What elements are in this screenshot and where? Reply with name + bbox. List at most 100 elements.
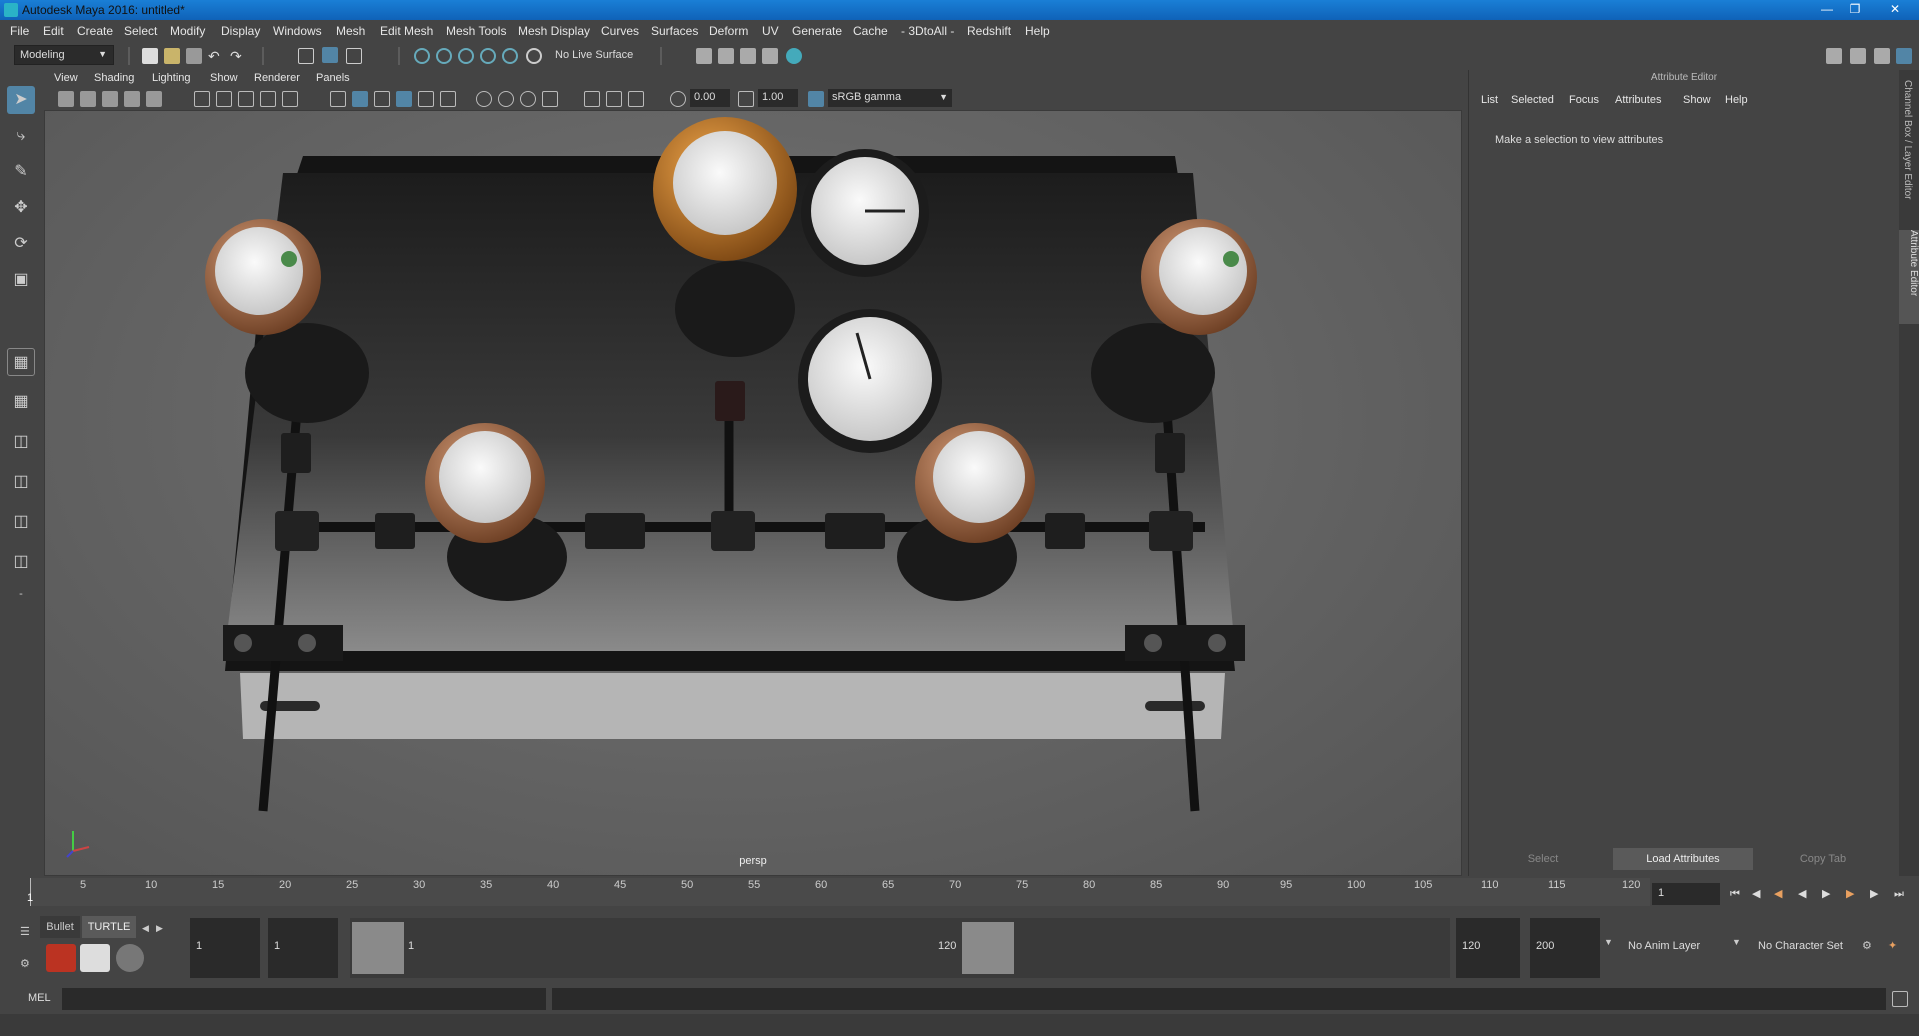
script-editor-icon[interactable]	[1892, 991, 1908, 1007]
maximize-icon[interactable]: ❐	[1842, 1, 1868, 18]
menu-file[interactable]: File	[10, 24, 29, 38]
turtle-surface-icon[interactable]	[116, 944, 144, 972]
range-slider-track[interactable]: 1 120	[350, 918, 1450, 978]
menu-cache[interactable]: Cache	[853, 24, 888, 38]
turtle-bake-icon[interactable]	[80, 944, 110, 972]
modeling-toolkit-icon[interactable]	[1826, 48, 1842, 64]
image-plane-icon[interactable]	[124, 91, 140, 107]
ae-menu-selected[interactable]: Selected	[1511, 94, 1554, 106]
anim-layer-dropdown[interactable]: No Anim Layer	[1622, 918, 1734, 978]
snap-view-plane-icon[interactable]	[480, 48, 496, 64]
menu-mesh-display[interactable]: Mesh Display	[518, 24, 590, 38]
menu-modify[interactable]: Modify	[170, 24, 205, 38]
menu-mesh[interactable]: Mesh	[336, 24, 365, 38]
shelf-menu-icon[interactable]: ☰	[20, 924, 36, 940]
menu-3dtoall[interactable]: - 3DtoAll -	[901, 24, 954, 38]
layout-single-icon[interactable]: ▦	[7, 348, 35, 376]
ae-menu-list[interactable]: List	[1481, 94, 1498, 106]
layout-hypershade-icon[interactable]: ◫	[7, 548, 35, 576]
smooth-shade-icon[interactable]	[352, 91, 368, 107]
menu-edit[interactable]: Edit	[43, 24, 64, 38]
shelf-scroll-right-icon[interactable]: ▶	[156, 920, 172, 936]
range-end-handle[interactable]	[962, 922, 1014, 974]
camera-attributes-icon[interactable]	[80, 91, 96, 107]
ae-menu-help[interactable]: Help	[1725, 94, 1748, 106]
live-surface-field[interactable]: No Live Surface	[550, 46, 650, 64]
vp-menu-renderer[interactable]: Renderer	[254, 72, 300, 84]
vp-menu-view[interactable]: View	[54, 72, 78, 84]
undo-icon[interactable]: ↶	[208, 48, 224, 64]
menu-curves[interactable]: Curves	[601, 24, 639, 38]
mode-dropdown[interactable]: Modeling ▼	[14, 45, 114, 65]
gamma-icon[interactable]	[738, 91, 754, 107]
perspective-viewport[interactable]: persp	[44, 110, 1462, 876]
play-forward-icon[interactable]: ▶	[1822, 886, 1838, 902]
wireframe-on-shaded-icon[interactable]	[374, 91, 390, 107]
time-ruler[interactable]: 1 5 10 15 20 25 30 35 40 45 50 55 60 65 …	[27, 878, 1650, 906]
grease-pencil-icon[interactable]	[146, 91, 162, 107]
ae-select-button[interactable]: Select	[1473, 848, 1613, 870]
range-start-handle[interactable]	[352, 922, 404, 974]
animation-end-field[interactable]: 200	[1530, 918, 1600, 978]
character-set-dropdown[interactable]: No Character Set	[1752, 918, 1864, 978]
textured-icon[interactable]	[396, 91, 412, 107]
vp-menu-panels[interactable]: Panels	[316, 72, 350, 84]
layout-outliner-icon[interactable]: ◫	[7, 468, 35, 496]
playback-start-field[interactable]: 1	[268, 918, 338, 978]
shelf-settings-icon[interactable]: ⚙	[20, 956, 36, 972]
color-space-dropdown[interactable]: sRGB gamma ▼	[828, 89, 952, 107]
ae-menu-attributes[interactable]: Attributes	[1615, 94, 1661, 106]
channel-box-toggle-icon[interactable]	[1896, 48, 1912, 64]
xray-icon[interactable]	[476, 91, 492, 107]
vp-menu-lighting[interactable]: Lighting	[152, 72, 191, 84]
step-back-key-icon[interactable]: ◀	[1752, 886, 1768, 902]
time-slider[interactable]: 1 5 10 15 20 25 30 35 40 45 50 55 60 65 …	[0, 876, 1919, 912]
menu-mesh-tools[interactable]: Mesh Tools	[446, 24, 506, 38]
rotate-tool-icon[interactable]: ⟳	[7, 230, 35, 258]
select-by-object-icon[interactable]	[322, 47, 338, 63]
move-tool-icon[interactable]: ✥	[7, 194, 35, 222]
grid-icon[interactable]	[194, 91, 210, 107]
auto-key-icon[interactable]: ⚙	[1862, 938, 1878, 954]
minimize-icon[interactable]: —	[1814, 1, 1840, 18]
menu-redshift[interactable]: Redshift	[967, 24, 1011, 38]
tool-settings-icon[interactable]	[1874, 48, 1890, 64]
render-view-icon[interactable]	[762, 48, 778, 64]
antialiasing-icon[interactable]	[628, 91, 644, 107]
select-tool-icon[interactable]: ➤	[7, 86, 35, 114]
menu-generate[interactable]: Generate	[792, 24, 842, 38]
layout-side-icon[interactable]: ◫	[7, 428, 35, 456]
vp-menu-show[interactable]: Show	[210, 72, 238, 84]
shadows-icon[interactable]	[440, 91, 456, 107]
snap-surface-icon[interactable]	[502, 48, 518, 64]
open-scene-icon[interactable]	[164, 48, 180, 64]
camera-icon[interactable]	[58, 91, 74, 107]
exposure-icon[interactable]	[670, 91, 686, 107]
playback-end-field[interactable]: 120	[1456, 918, 1520, 978]
gamma-field[interactable]: 1.00	[758, 89, 798, 107]
bookmark-icon[interactable]	[102, 91, 118, 107]
attribute-editor-tab[interactable]: Attribute Editor	[1899, 230, 1919, 324]
animation-start-field[interactable]: 1	[190, 918, 260, 978]
xray-components-icon[interactable]	[520, 91, 536, 107]
color-management-icon[interactable]	[808, 91, 824, 107]
paint-select-icon[interactable]: ✎	[7, 158, 35, 186]
snap-grid-icon[interactable]	[414, 48, 430, 64]
script-language-label[interactable]: MEL	[28, 992, 51, 1004]
menu-uv[interactable]: UV	[762, 24, 779, 38]
exposure-field[interactable]: 0.00	[690, 89, 730, 107]
chevron-down-icon[interactable]: ▼	[1732, 934, 1748, 950]
channel-box-tab[interactable]: Channel Box / Layer Editor	[1902, 80, 1913, 200]
render-settings-icon[interactable]	[696, 48, 712, 64]
field-chart-icon[interactable]	[282, 91, 298, 107]
hypershade-icon[interactable]	[786, 48, 802, 64]
shelf-tab-bullet[interactable]: Bullet	[40, 916, 80, 938]
render-frame-icon[interactable]	[718, 48, 734, 64]
step-forward-key-icon[interactable]: ▶	[1870, 886, 1886, 902]
chevron-down-icon[interactable]: ▼	[1604, 934, 1620, 950]
menu-deform[interactable]: Deform	[709, 24, 748, 38]
snap-point-icon[interactable]	[458, 48, 474, 64]
redo-icon[interactable]: ↷	[230, 48, 246, 64]
isolate-select-icon[interactable]	[542, 91, 558, 107]
use-all-lights-icon[interactable]	[418, 91, 434, 107]
